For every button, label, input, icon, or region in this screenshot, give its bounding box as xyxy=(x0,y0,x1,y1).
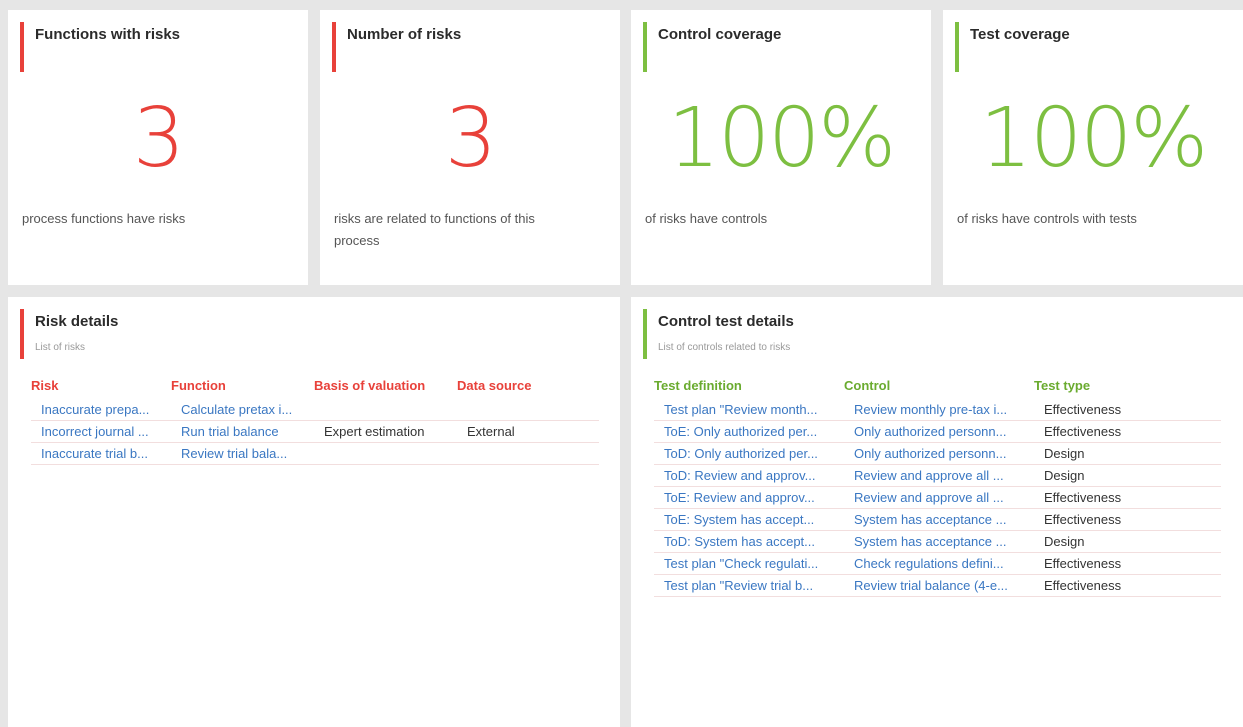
table-header-row: Test definition Control Test type xyxy=(654,378,1221,399)
function-cell[interactable]: Calculate pretax i... xyxy=(171,399,314,421)
risk-details-panel: Risk details List of risks Risk Function… xyxy=(8,297,620,727)
accent-bar xyxy=(643,22,647,72)
function-cell[interactable]: Run trial balance xyxy=(171,420,314,443)
test-definition-cell[interactable]: Test plan "Check regulati... xyxy=(654,552,844,575)
kpi-card-number-of-risks: Number of risks 3 risks are related to f… xyxy=(320,10,620,285)
column-header-function[interactable]: Function xyxy=(171,378,314,399)
table-header-row: Risk Function Basis of valuation Data so… xyxy=(31,378,599,399)
control-cell[interactable]: Review trial balance (4-e... xyxy=(844,574,1034,597)
test-type-cell: Design xyxy=(1034,530,1221,553)
control-cell[interactable]: Only authorized personn... xyxy=(844,442,1034,465)
kpi-description: risks are related to functions of this p… xyxy=(334,211,535,248)
test-type-cell: Effectiveness xyxy=(1034,508,1221,531)
table-row[interactable]: Test plan "Check regulati... Check regula… xyxy=(654,552,1221,575)
test-definition-cell[interactable]: ToE: System has accept... xyxy=(654,508,844,531)
risk-cell[interactable]: Inaccurate trial b... xyxy=(31,442,171,465)
test-type-cell: Effectiveness xyxy=(1034,486,1221,509)
test-definition-cell[interactable]: ToE: Review and approv... xyxy=(654,486,844,509)
control-cell[interactable]: System has acceptance ... xyxy=(844,530,1034,553)
accent-bar xyxy=(332,22,336,72)
table-row[interactable]: ToE: Only authorized per... Only authoriz… xyxy=(654,420,1221,443)
table-row[interactable]: ToD: Review and approv... Review and appr… xyxy=(654,464,1221,487)
basis-cell xyxy=(314,399,457,421)
test-definition-cell[interactable]: ToD: Review and approv... xyxy=(654,464,844,487)
control-cell[interactable]: Review monthly pre-tax i... xyxy=(844,399,1034,421)
risk-cell[interactable]: Incorrect journal ... xyxy=(31,420,171,443)
test-type-cell: Design xyxy=(1034,464,1221,487)
kpi-card-control-coverage: Control coverage 100% of risks have cont… xyxy=(631,10,931,285)
test-definition-cell[interactable]: ToE: Only authorized per... xyxy=(654,420,844,443)
test-definition-cell[interactable]: Test plan "Review trial b... xyxy=(654,574,844,597)
test-definition-cell[interactable]: ToD: Only authorized per... xyxy=(654,442,844,465)
kpi-title: Control coverage xyxy=(658,26,782,43)
kpi-card-test-coverage: Test coverage 100% of risks have control… xyxy=(943,10,1243,285)
accent-bar xyxy=(20,22,24,72)
test-definition-cell[interactable]: ToD: System has accept... xyxy=(654,530,844,553)
control-cell[interactable]: System has acceptance ... xyxy=(844,508,1034,531)
panel-subtitle: List of controls related to risks xyxy=(658,342,791,353)
function-cell[interactable]: Review trial bala... xyxy=(171,442,314,465)
kpi-description: process functions have risks xyxy=(22,211,186,226)
test-type-cell: Effectiveness xyxy=(1034,574,1221,597)
table-row[interactable]: Test plan "Review month... Review monthly… xyxy=(654,399,1221,421)
kpi-value: 3 xyxy=(132,91,185,186)
kpi-title: Functions with risks xyxy=(35,26,181,43)
table-row[interactable]: ToD: System has accept... System has acce… xyxy=(654,530,1221,553)
test-definition-cell[interactable]: Test plan "Review month... xyxy=(654,399,844,421)
basis-cell: Expert estimation xyxy=(314,420,457,443)
control-cell[interactable]: Only authorized personn... xyxy=(844,420,1034,443)
control-test-table: Test definition Control Test type Test p… xyxy=(654,378,1221,597)
kpi-title: Test coverage xyxy=(970,26,1070,43)
table-row[interactable]: Inaccurate prepa... Calculate pretax i..… xyxy=(31,399,599,421)
control-cell[interactable]: Check regulations defini... xyxy=(844,552,1034,575)
basis-cell xyxy=(314,442,457,465)
kpi-description: of risks have controls with tests xyxy=(957,211,1137,226)
accent-bar xyxy=(643,309,647,359)
control-cell[interactable]: Review and approve all ... xyxy=(844,486,1034,509)
kpi-value: 100% xyxy=(979,91,1208,186)
table-row[interactable]: ToE: Review and approv... Review and appr… xyxy=(654,486,1221,509)
test-type-cell: Effectiveness xyxy=(1034,399,1221,421)
control-test-details-panel: Control test details List of controls re… xyxy=(631,297,1243,727)
table-row[interactable]: ToE: System has accept... System has acce… xyxy=(654,508,1221,531)
table-row[interactable]: Test plan "Review trial b... Review trial… xyxy=(654,574,1221,597)
data-source-cell: External xyxy=(457,420,599,443)
kpi-card-functions-with-risks: Functions with risks 3 process functions… xyxy=(8,10,308,285)
test-type-cell: Design xyxy=(1034,442,1221,465)
column-header-control[interactable]: Control xyxy=(844,378,1034,399)
kpi-value: 3 xyxy=(444,91,497,186)
panel-subtitle: List of risks xyxy=(35,342,86,353)
data-source-cell xyxy=(457,399,599,421)
risk-cell[interactable]: Inaccurate prepa... xyxy=(31,399,171,421)
risk-table: Risk Function Basis of valuation Data so… xyxy=(31,378,599,465)
test-type-cell: Effectiveness xyxy=(1034,552,1221,575)
kpi-value: 100% xyxy=(667,91,896,186)
column-header-risk[interactable]: Risk xyxy=(31,378,171,399)
test-type-cell: Effectiveness xyxy=(1034,420,1221,443)
accent-bar xyxy=(20,309,24,359)
kpi-description: of risks have controls xyxy=(645,211,768,226)
table-row[interactable]: Inaccurate trial b... Review trial bala.… xyxy=(31,442,599,465)
panel-title: Risk details xyxy=(35,313,119,330)
table-row[interactable]: ToD: Only authorized per... Only authoriz… xyxy=(654,442,1221,465)
data-source-cell xyxy=(457,442,599,465)
column-header-test-type[interactable]: Test type xyxy=(1034,378,1221,399)
control-cell[interactable]: Review and approve all ... xyxy=(844,464,1034,487)
table-row[interactable]: Incorrect journal ... Run trial balance … xyxy=(31,420,599,443)
accent-bar xyxy=(955,22,959,72)
column-header-basis-of-valuation[interactable]: Basis of valuation xyxy=(314,378,457,399)
panel-title: Control test details xyxy=(658,313,794,330)
kpi-title: Number of risks xyxy=(347,26,462,43)
column-header-data-source[interactable]: Data source xyxy=(457,378,599,399)
column-header-test-definition[interactable]: Test definition xyxy=(654,378,844,399)
